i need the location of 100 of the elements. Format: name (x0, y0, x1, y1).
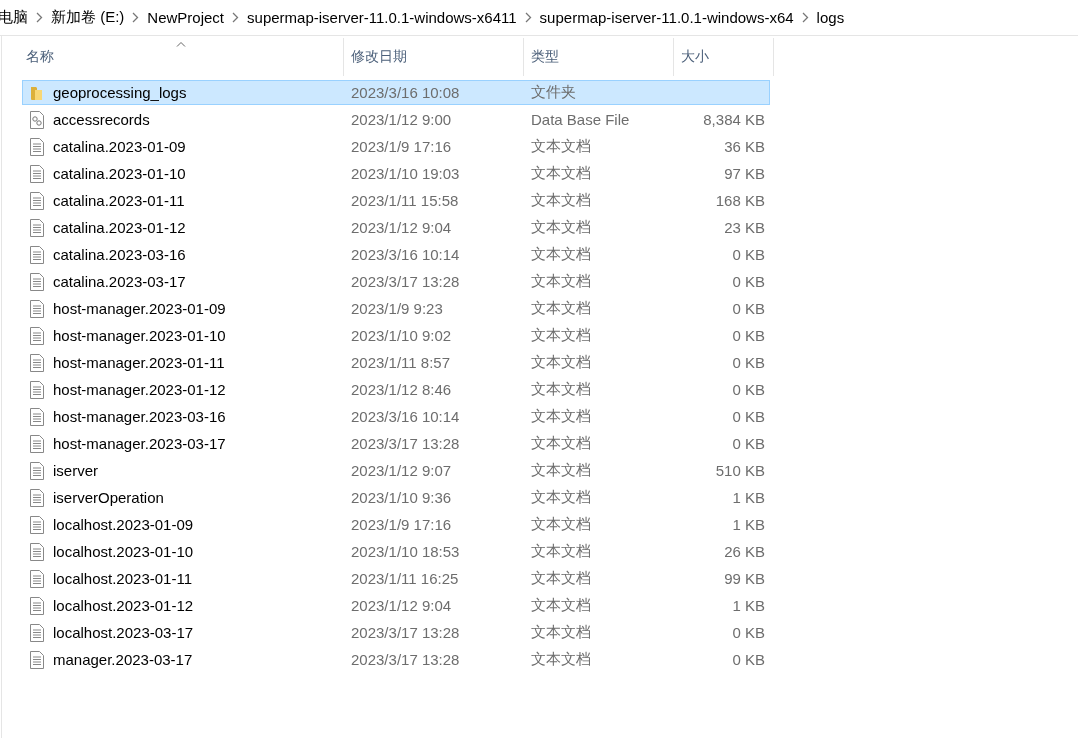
text-file-icon (29, 191, 45, 210)
file-row[interactable]: host-manager.2023-01-09 2023/1/9 9:23 文本文档 0 KB (22, 296, 770, 321)
file-row[interactable]: accessrecords 2023/1/12 9:00 Data Base File 8,384 KB (22, 107, 770, 132)
file-type: 文本文档 (530, 650, 592, 669)
file-row[interactable]: catalina.2023-01-11 2023/1/11 15:58 文本文档 168 KB (22, 188, 770, 213)
folder-icon (29, 84, 45, 101)
file-size: 1 KB (731, 489, 766, 506)
file-size: 0 KB (731, 300, 766, 317)
file-name: host-manager.2023-03-17 (53, 435, 226, 452)
file-name: localhost.2023-01-10 (53, 543, 194, 560)
file-size: 26 KB (723, 543, 766, 560)
settings-file-icon (29, 110, 45, 129)
file-name: catalina.2023-01-11 (53, 192, 185, 209)
modified-date: 2023/1/9 17:16 (350, 138, 453, 155)
file-name: iserver (53, 462, 98, 479)
file-name: geoprocessing_logs (53, 84, 187, 101)
file-row[interactable]: catalina.2023-03-16 2023/3/16 10:14 文本文档 0 KB (22, 242, 770, 267)
file-row[interactable]: localhost.2023-01-12 2023/1/12 9:04 文本文档 1 KB (22, 593, 770, 618)
file-row[interactable]: host-manager.2023-03-17 2023/3/17 13:28 文本文档 0 KB (22, 431, 770, 456)
breadcrumb-item[interactable]: 新加卷 (E:) (43, 8, 133, 27)
file-row[interactable]: catalina.2023-01-09 2023/1/9 17:16 文本文档 36 KB (22, 134, 770, 159)
file-type: 文本文档 (530, 488, 592, 507)
file-size: 510 KB (714, 462, 766, 479)
file-size: 0 KB (731, 624, 766, 641)
file-row[interactable]: host-manager.2023-01-11 2023/1/11 8:57 文本文档 0 KB (22, 350, 770, 375)
text-file-icon (29, 326, 45, 345)
file-row[interactable]: catalina.2023-01-10 2023/1/10 19:03 文本文档 97 KB (22, 161, 770, 186)
file-name: iserverOperation (53, 489, 164, 506)
file-row[interactable]: iserver 2023/1/12 9:07 文本文档 510 KB (22, 458, 770, 483)
modified-date: 2023/3/17 13:28 (350, 651, 461, 668)
breadcrumb-item[interactable]: NewProject (139, 9, 233, 26)
file-size: 0 KB (731, 354, 766, 371)
modified-date: 2023/3/16 10:14 (350, 246, 461, 263)
chevron-icon (801, 12, 809, 23)
file-row[interactable]: host-manager.2023-01-10 2023/1/10 9:02 文本文档 0 KB (22, 323, 770, 348)
file-type: 文本文档 (530, 542, 592, 561)
text-file-icon (29, 434, 45, 453)
file-name: host-manager.2023-01-12 (53, 381, 226, 398)
text-file-icon (29, 164, 45, 183)
file-size: 0 KB (731, 651, 766, 668)
text-file-icon (29, 353, 45, 372)
file-type: 文本文档 (530, 569, 592, 588)
file-size: 97 KB (723, 165, 766, 182)
file-row[interactable]: catalina.2023-01-12 2023/1/12 9:04 文本文档 23 KB (22, 215, 770, 240)
file-type: 文本文档 (530, 218, 592, 237)
text-file-icon (29, 596, 45, 615)
modified-date: 2023/1/10 9:02 (350, 327, 453, 344)
file-row[interactable]: iserverOperation 2023/1/10 9:36 文本文档 1 KB (22, 485, 770, 510)
text-file-icon (29, 299, 45, 318)
file-type: 文本文档 (530, 191, 592, 210)
file-row[interactable]: geoprocessing_logs 2023/3/16 10:08 文件夹 (22, 80, 770, 105)
file-name: manager.2023-03-17 (53, 651, 193, 668)
modified-date: 2023/1/10 9:36 (350, 489, 453, 506)
file-row[interactable]: localhost.2023-03-17 2023/3/17 13:28 文本文档 0 KB (22, 620, 770, 645)
modified-date: 2023/1/12 8:46 (350, 381, 453, 398)
file-name: localhost.2023-03-17 (53, 624, 194, 641)
file-size: 1 KB (731, 516, 766, 533)
file-type: 文本文档 (530, 380, 592, 399)
file-type: 文本文档 (530, 272, 592, 291)
file-type: 文本文档 (530, 461, 592, 480)
file-name: catalina.2023-01-12 (53, 219, 186, 236)
modified-date: 2023/1/11 8:57 (350, 354, 451, 371)
file-row[interactable]: localhost.2023-01-11 2023/1/11 16:25 文本文档 99 KB (22, 566, 770, 591)
file-type: 文本文档 (530, 299, 592, 318)
file-row[interactable]: host-manager.2023-03-16 2023/3/16 10:14 文本文档 0 KB (22, 404, 770, 429)
file-name: host-manager.2023-01-10 (53, 327, 226, 344)
file-name: catalina.2023-03-17 (53, 273, 186, 290)
file-row[interactable]: localhost.2023-01-10 2023/1/10 18:53 文本文档 26 KB (22, 539, 770, 564)
file-size: 1 KB (731, 597, 766, 614)
chevron-icon (232, 12, 240, 23)
file-row[interactable]: localhost.2023-01-09 2023/1/9 17:16 文本文档 1 KB (22, 512, 770, 537)
file-type: 文本文档 (530, 407, 592, 426)
text-file-icon (29, 245, 45, 264)
breadcrumb-item[interactable]: logs (808, 9, 853, 26)
file-name: localhost.2023-01-11 (53, 570, 192, 587)
chevron-icon (132, 12, 140, 23)
text-file-icon (29, 461, 45, 480)
file-type: Data Base File (530, 111, 631, 128)
file-size: 0 KB (731, 408, 766, 425)
column-header[interactable]: 修改日期 (344, 38, 524, 76)
chevron-icon (36, 12, 43, 23)
file-name: host-manager.2023-01-11 (53, 354, 225, 371)
text-file-icon (29, 137, 45, 156)
modified-date: 2023/3/16 10:08 (350, 84, 461, 101)
breadcrumb-item[interactable]: supermap-iserver-11.0.1-windows-x64 (531, 9, 802, 26)
text-file-icon (29, 569, 45, 588)
column-header[interactable]: 名称 (22, 38, 344, 76)
file-size: 23 KB (723, 219, 766, 236)
file-row[interactable]: host-manager.2023-01-12 2023/1/12 8:46 文本文档 0 KB (22, 377, 770, 402)
column-header[interactable]: 大小 (674, 38, 774, 76)
file-row[interactable]: manager.2023-03-17 2023/3/17 13:28 文本文档 0 KB (22, 647, 770, 672)
modified-date: 2023/1/12 9:00 (350, 111, 453, 128)
chevron-icon (524, 12, 532, 23)
modified-date: 2023/1/11 16:25 (350, 570, 460, 587)
file-row[interactable]: catalina.2023-03-17 2023/3/17 13:28 文本文档 0 KB (22, 269, 770, 294)
breadcrumb-item[interactable]: supermap-iserver-11.0.1-windows-x6411 (239, 9, 525, 26)
column-header[interactable]: 类型 (524, 38, 674, 76)
file-type: 文本文档 (530, 515, 592, 534)
file-name: host-manager.2023-03-16 (53, 408, 226, 425)
text-file-icon (29, 515, 45, 534)
